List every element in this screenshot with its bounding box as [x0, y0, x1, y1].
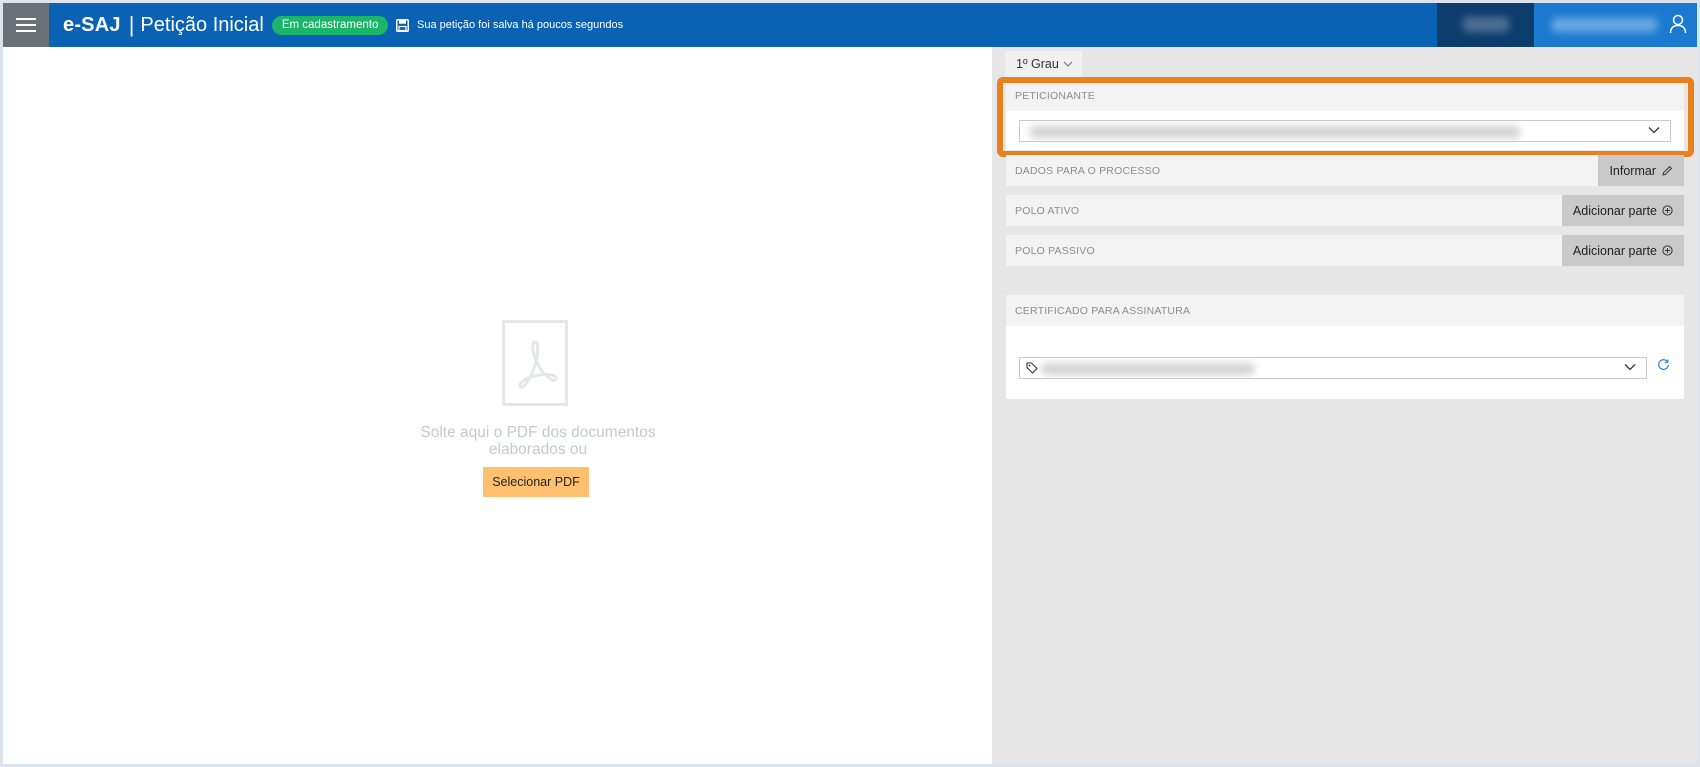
certificate-select[interactable] [1019, 357, 1647, 379]
form-sidebar: 1º Grau PETICIONANTE DADOS PARA O PROCES… [992, 47, 1697, 764]
title-separator: | [128, 12, 135, 37]
refresh-icon[interactable] [1657, 358, 1670, 371]
peticionante-label: PETICIONANTE [1006, 80, 1684, 111]
instance-selector-value: 1º Grau [1016, 57, 1059, 71]
select-pdf-button[interactable]: Selecionar PDF [483, 467, 589, 497]
document-pane: Solte aqui o PDF dos documentos elaborad… [3, 47, 992, 764]
plus-circle-icon [1662, 205, 1673, 216]
user-menu[interactable] [1534, 3, 1697, 47]
chevron-down-icon [1648, 127, 1660, 134]
add-party-active-button[interactable]: Adicionar parte [1561, 195, 1684, 226]
blurred-certificate-name [1042, 363, 1254, 375]
instance-selector[interactable]: 1º Grau [1005, 51, 1082, 77]
add-party-passive-button[interactable]: Adicionar parte [1561, 235, 1684, 266]
dados-processo-label: DADOS PARA O PROCESSO [1006, 155, 1684, 186]
header-blurred-block[interactable] [1437, 3, 1534, 47]
pencil-icon [1662, 165, 1673, 176]
status-badge: Em cadastramento [271, 15, 389, 35]
tag-icon [1026, 362, 1038, 374]
user-icon[interactable] [1669, 14, 1687, 34]
chevron-down-icon [1624, 364, 1636, 371]
plus-circle-icon [1662, 245, 1673, 256]
save-status: Sua petição foi salva há poucos segundos [396, 3, 623, 47]
blurred-selected-value [1030, 126, 1520, 138]
certificado-section: CERTIFICADO PARA ASSINATURA [1006, 295, 1684, 399]
blurred-content [1463, 17, 1509, 32]
polo-passivo-section: POLO PASSIVO Adicionar parte [1006, 235, 1684, 266]
brand: e-SAJ | Petição Inicial Em cadastramento [63, 3, 389, 47]
floppy-disk-icon [396, 18, 409, 32]
pdf-file-icon [502, 320, 568, 406]
save-status-text: Sua petição foi salva há poucos segundos [417, 19, 624, 31]
dados-processo-section: DADOS PARA O PROCESSO Informar [1006, 155, 1684, 186]
polo-ativo-section: POLO ATIVO Adicionar parte [1006, 195, 1684, 226]
blurred-user-name [1552, 18, 1657, 32]
chevron-down-icon [1063, 61, 1073, 67]
certificado-label: CERTIFICADO PARA ASSINATURA [1006, 295, 1684, 326]
app-logo[interactable]: e-SAJ [63, 14, 121, 37]
drop-instructions: Solte aqui o PDF dos documentos elaborad… [420, 424, 656, 458]
peticionante-section: PETICIONANTE [1006, 80, 1684, 150]
page-title: Petição Inicial [140, 13, 264, 36]
informar-button[interactable]: Informar [1598, 155, 1684, 186]
pdf-drop-zone[interactable]: Solte aqui o PDF dos documentos elaborad… [3, 47, 992, 764]
peticionante-select[interactable] [1019, 120, 1671, 142]
top-bar: e-SAJ | Petição Inicial Em cadastramento… [3, 3, 1697, 47]
hamburger-menu-icon[interactable] [3, 3, 49, 47]
